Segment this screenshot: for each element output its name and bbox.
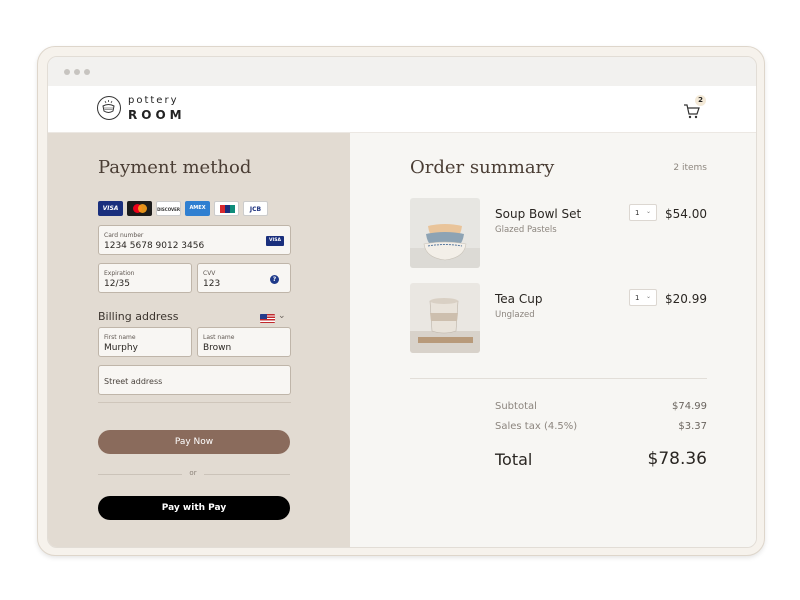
street-address-field[interactable]: Street address [98, 365, 291, 395]
item-name: Soup Bowl Set [495, 207, 582, 221]
card-number-field[interactable]: Card number 1234 5678 9012 3456 VISA [98, 225, 291, 255]
quantity-value: 1 [635, 209, 640, 217]
expiration-label: Expiration [104, 270, 135, 277]
pay-now-button[interactable]: Pay Now [98, 430, 290, 454]
item-variant: Unglazed [495, 310, 535, 320]
visa-logo-icon: VISA [98, 201, 123, 216]
pottery-logo-icon[interactable] [97, 96, 121, 120]
expiration-value: 12/35 [104, 279, 130, 289]
jcb-logo-icon: JCB [243, 201, 268, 216]
window-chrome [48, 57, 756, 86]
street-address-placeholder: Street address [104, 377, 163, 386]
item-price: $54.00 [665, 207, 707, 221]
unionpay-logo-icon [214, 201, 239, 216]
us-flag-icon[interactable] [260, 314, 275, 323]
cart-button[interactable]: 2 [683, 95, 706, 119]
subtotal-label: Subtotal [495, 401, 537, 412]
help-icon[interactable]: ? [270, 275, 279, 284]
cvv-label: CVV [203, 270, 216, 277]
mastercard-logo-icon [127, 201, 152, 216]
item-count: 2 items [673, 163, 707, 173]
card-number-value: 1234 5678 9012 3456 [104, 241, 205, 251]
last-name-field[interactable]: Last name Brown [197, 327, 291, 357]
quantity-value: 1 [635, 294, 640, 302]
last-name-label: Last name [203, 334, 235, 341]
chevron-down-icon: ⌄ [646, 293, 652, 300]
sales-tax-value: $3.37 [678, 421, 707, 432]
app-window: pottery ROOM 2 Payment method VISA DISCO… [47, 56, 757, 548]
tea-cup-image [410, 283, 480, 353]
last-name-value: Brown [203, 343, 232, 353]
quantity-select[interactable]: 1 ⌄ [629, 204, 657, 221]
quantity-select[interactable]: 1 ⌄ [629, 289, 657, 306]
payment-panel: Payment method VISA DISCOVER AMEX JCB Ca… [48, 133, 350, 547]
brand-name-top: pottery [128, 95, 179, 106]
divider-line [98, 474, 182, 475]
soup-bowl-image [410, 198, 480, 268]
first-name-label: First name [104, 334, 136, 341]
sales-tax-label: Sales tax (4.5%) [495, 421, 578, 432]
visa-badge-icon: VISA [266, 236, 284, 246]
first-name-field[interactable]: First name Murphy [98, 327, 192, 357]
chevron-down-icon: ⌄ [646, 208, 652, 215]
window-dot-icon [84, 69, 90, 75]
order-summary-panel: Order summary 2 items Soup Bowl Set Glaz… [350, 133, 756, 547]
subtotal-value: $74.99 [672, 401, 707, 412]
next-field-edge [98, 402, 291, 408]
expiration-field[interactable]: Expiration 12/35 [98, 263, 192, 293]
chevron-down-icon[interactable]: ⌄ [278, 311, 286, 321]
order-summary-heading: Order summary [410, 157, 555, 178]
window-dot-icon [64, 69, 70, 75]
item-price: $20.99 [665, 292, 707, 306]
divider-line [204, 474, 290, 475]
apple-pay-button[interactable]: Pay with Pay [98, 496, 290, 520]
billing-address-label: Billing address [98, 310, 179, 323]
window-dot-icon [74, 69, 80, 75]
amex-logo-icon: AMEX [185, 201, 210, 216]
top-nav: pottery ROOM 2 [48, 86, 756, 133]
cart-count-badge: 2 [695, 95, 706, 106]
summary-divider [410, 378, 707, 379]
discover-logo-icon: DISCOVER [156, 201, 181, 216]
or-separator: or [189, 469, 197, 477]
item-variant: Glazed Pastels [495, 225, 557, 235]
total-value: $78.36 [647, 449, 707, 469]
browser-frame: pottery ROOM 2 Payment method VISA DISCO… [37, 46, 765, 556]
first-name-value: Murphy [104, 343, 138, 353]
payment-heading: Payment method [98, 157, 252, 178]
cvv-field[interactable]: CVV 123 ? [197, 263, 291, 293]
total-label: Total [495, 450, 533, 469]
cvv-value: 123 [203, 279, 221, 289]
item-name: Tea Cup [495, 292, 543, 306]
card-number-label: Card number [104, 232, 144, 239]
brand-name-bottom: ROOM [128, 108, 186, 122]
